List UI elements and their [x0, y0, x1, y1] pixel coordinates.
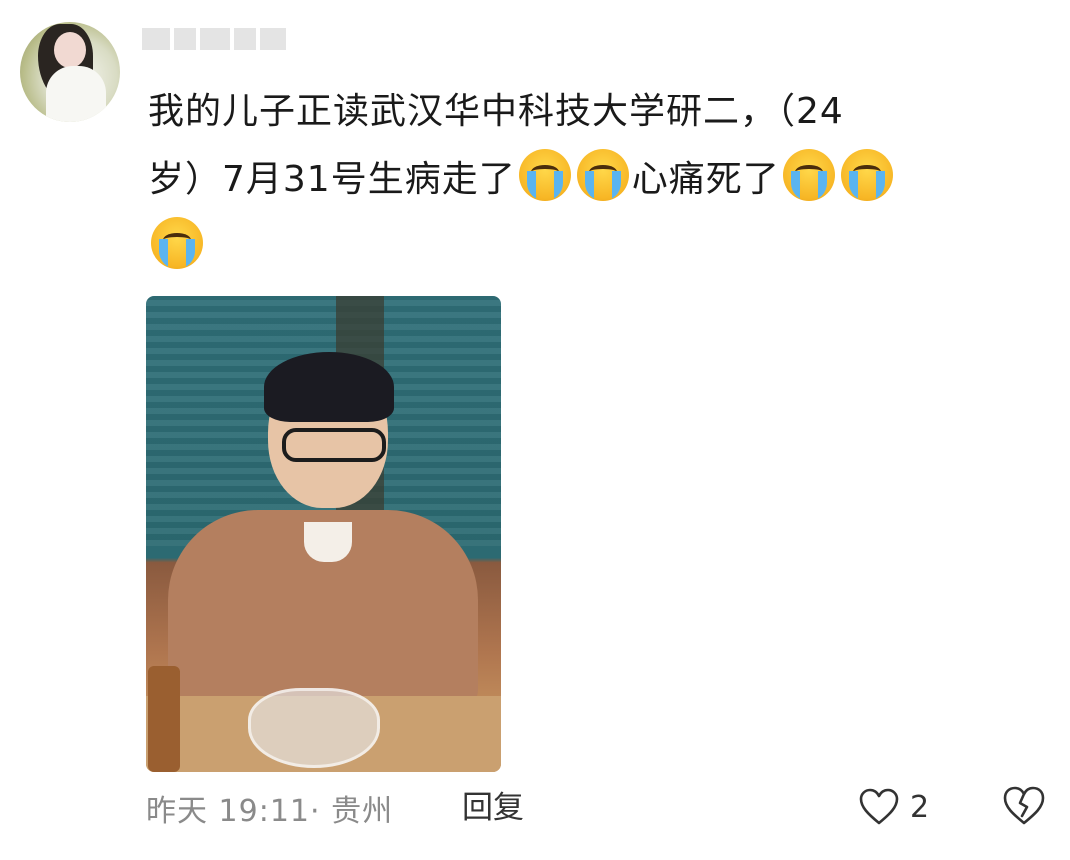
like-count: 2	[910, 789, 930, 825]
photo-hair	[264, 352, 394, 422]
comment-line-1: 我的儿子正读武汉华中科技大学研二，（24	[148, 91, 844, 132]
crying-face-icon	[840, 149, 893, 201]
dislike-button[interactable]	[1002, 786, 1046, 826]
crying-face-icon	[151, 217, 203, 269]
comment-photo[interactable]	[146, 296, 501, 772]
photo-glasses	[282, 428, 386, 462]
reply-button[interactable]: 回复	[462, 788, 524, 828]
crying-face-icon	[782, 149, 835, 201]
crying-face-icon	[518, 149, 571, 201]
crying-face-icon	[576, 149, 629, 201]
comment-footer: 昨天 19:11· 贵州 回复 2	[146, 786, 1056, 829]
photo-bowl	[248, 688, 380, 768]
like-button[interactable]: 2	[858, 788, 929, 826]
comment-line-2-mid: 心痛死了	[631, 159, 780, 200]
comment-line-2-prefix: 岁）7月31号生病走了	[148, 159, 516, 200]
username-blurred[interactable]	[142, 24, 302, 54]
photo-shirt	[304, 522, 352, 562]
heart-icon	[859, 788, 899, 825]
photo-bottle	[148, 666, 180, 772]
avatar-face	[54, 32, 86, 68]
avatar[interactable]	[20, 22, 120, 122]
avatar-body	[46, 66, 106, 122]
broken-heart-icon	[1003, 786, 1045, 825]
comment-text: 我的儿子正读武汉华中科技大学研二，（24 岁）7月31号生病走了 心痛死了	[148, 78, 1008, 282]
comment-meta: 昨天 19:11· 贵州	[146, 794, 394, 829]
